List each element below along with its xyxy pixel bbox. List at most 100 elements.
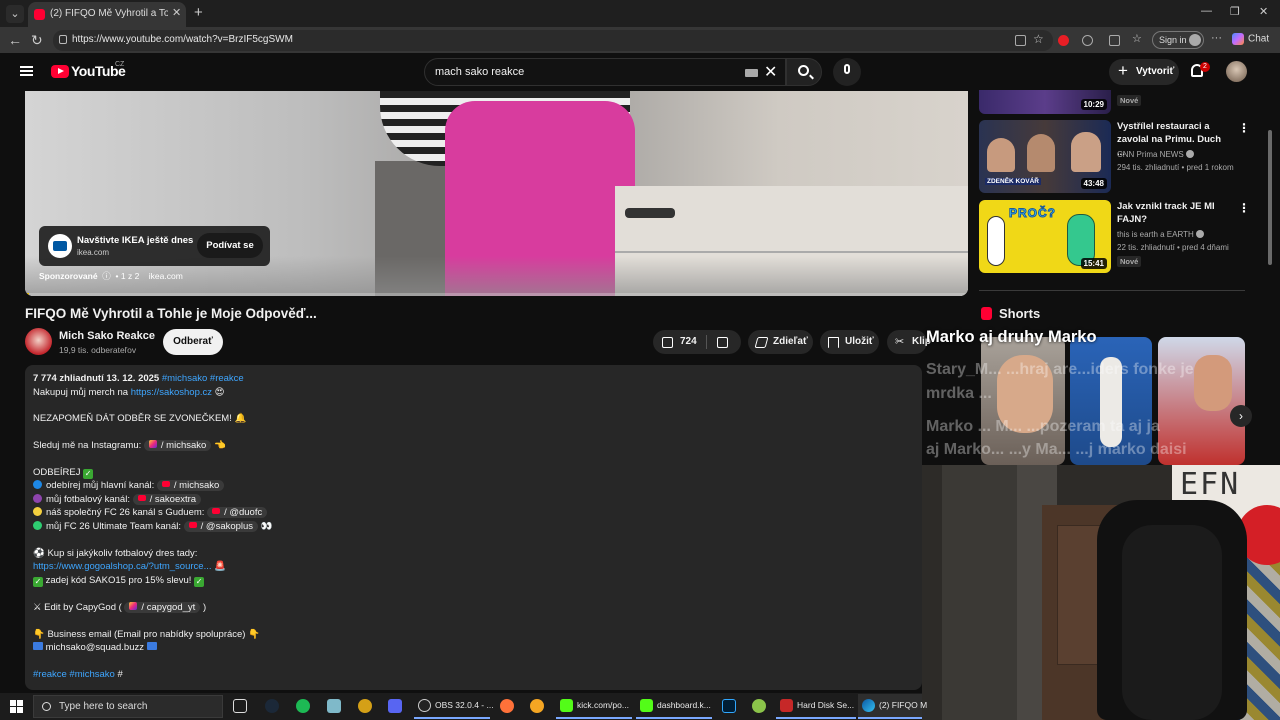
merch-emoji: 😍 (214, 387, 225, 398)
steam-icon[interactable] (265, 699, 279, 713)
recommended-title-3[interactable]: Jak vznikl track JE MI FAJN? (1117, 200, 1227, 226)
site-info-icon[interactable] (59, 35, 67, 44)
new-tab-icon[interactable]: + (194, 4, 203, 21)
collections-icon[interactable]: ☆ (1132, 32, 1142, 45)
thumbnail-person (987, 138, 1015, 172)
firefox-icon[interactable] (500, 699, 514, 713)
taskbar-search-input[interactable]: Type here to search (33, 695, 223, 718)
close-tab-icon[interactable]: ✕ (172, 6, 181, 19)
taskbar-app-hard-disk[interactable]: Hard Disk Se... (776, 694, 856, 719)
taskbar-app-kick[interactable]: kick.com/po... (556, 694, 632, 719)
taskbar-app-edge[interactable]: (2) FIFQO M (858, 694, 927, 719)
windows-start-icon[interactable] (10, 700, 23, 713)
tab-youtube[interactable]: (2) FIFQO Mě Vyhrotil a Tohle je Mo ✕ (28, 2, 186, 27)
channel-name[interactable]: Mich Sako Reakce (59, 330, 155, 342)
photoshop-icon[interactable] (722, 699, 736, 713)
recommended-channel-2[interactable]: CNN Prima NEWS (1117, 150, 1194, 159)
browser-tab-bar: ⌄ (2) FIFQO Mě Vyhrotil a Tohle je Mo ✕ … (0, 0, 1280, 27)
progress-bar[interactable] (25, 293, 968, 296)
desc-jersey: ⚽ Kup si jakýkoliv fotbalový dres tady: (33, 548, 198, 559)
subscribe-button[interactable]: Odberať (163, 329, 223, 355)
desc-hashtags[interactable]: #reakce #michsako (33, 669, 115, 680)
discord-icon[interactable] (388, 699, 402, 713)
info-icon[interactable]: ⓘ (100, 271, 113, 281)
app-icon[interactable] (358, 699, 372, 713)
stats-hashtags[interactable]: #michsako #reakce (162, 373, 244, 384)
video-frame-shape (625, 208, 675, 218)
copilot-chat-button[interactable]: Chat (1232, 33, 1269, 45)
desc-hash-end: # (117, 669, 123, 680)
more-menu-icon[interactable]: ··· (1211, 32, 1222, 44)
favorites-icon[interactable] (1109, 35, 1120, 46)
like-count[interactable]: 724 (680, 330, 697, 354)
sidebar-scrollbar[interactable] (1268, 130, 1272, 265)
jersey-link[interactable]: https://www.gogoalshop.ca/?utm_source... (33, 561, 212, 572)
youtube-logo-icon[interactable] (51, 65, 69, 78)
close-window-icon[interactable]: ✕ (1259, 5, 1268, 18)
video-player[interactable]: Navštivte IKEA ještě dnes ikea.com Podív… (25, 91, 968, 296)
more-options-icon[interactable]: ⋮ (1238, 201, 1250, 215)
keyboard-icon[interactable] (745, 69, 758, 77)
thumbnail-face (1194, 355, 1232, 411)
recommended-thumbnail-2[interactable]: ZDENĚK KOVÁŘ 43:48 (979, 120, 1111, 193)
tab-list-chevron-icon[interactable]: ⌄ (6, 5, 24, 23)
taskbar-app-obs[interactable]: OBS 32.0.4 - ... (414, 694, 494, 719)
sponsor-domain[interactable]: ikea.com (149, 271, 183, 281)
clear-search-icon[interactable]: ✕ (764, 62, 777, 82)
notepad-icon[interactable] (327, 699, 341, 713)
youtube-chip-4[interactable]: / @sakoplus (183, 521, 259, 532)
taskbar-app-kick-dashboard[interactable]: dashboard.k... (636, 694, 712, 719)
merch-link[interactable]: https://sakoshop.cz (131, 387, 212, 398)
verified-icon (1196, 230, 1205, 238)
youtube-chip-1[interactable]: / michsako (156, 480, 225, 491)
channel-name-text: CNN Prima NEWS (1117, 150, 1184, 159)
app-icon[interactable] (530, 699, 544, 713)
save-button[interactable]: Uložiť (820, 330, 879, 354)
shorts-next-arrow-icon[interactable]: › (1230, 405, 1252, 427)
url-field[interactable]: https://www.youtube.com/watch?v=BrzIF5cg… (53, 30, 1053, 51)
desc-jersey-link-line: https://www.gogoalshop.ca/?utm_source...… (33, 561, 226, 572)
recommended-thumbnail-3[interactable]: PROČ? 15:41 (979, 200, 1111, 273)
dislike-thumb-icon[interactable] (717, 337, 728, 348)
reload-icon[interactable]: ↻ (31, 32, 43, 49)
recommended-thumbnail-1[interactable]: 10:29 (979, 90, 1111, 114)
spotify-icon[interactable] (296, 699, 310, 713)
instagram-chip-capygod[interactable]: / capygod_yt (124, 602, 201, 613)
reader-icon[interactable] (1015, 35, 1026, 46)
share-button[interactable]: Zdieľať (748, 330, 813, 354)
search-input[interactable]: mach sako reakce ✕ (424, 58, 786, 86)
more-options-icon[interactable]: ⋮ (1238, 121, 1250, 135)
description-panel[interactable]: 7 774 zhliadnutí 13. 12. 2025 #michsako … (25, 365, 922, 690)
youtube-chip-3[interactable]: / @duofc (207, 507, 268, 518)
menu-hamburger-icon[interactable] (20, 66, 33, 76)
taskbar-app-label: (2) FIFQO M (879, 700, 928, 710)
search-button[interactable] (786, 58, 822, 86)
youtube-icon (188, 522, 197, 528)
clip-button[interactable]: ✂ Klip (887, 330, 931, 354)
stream-chat-overlay-line: aj Marko... ...y Ma... ...j marko daisi (926, 441, 1187, 458)
recommended-channel-3[interactable]: this is earth a EARTH (1117, 230, 1205, 239)
shorts-icon (981, 307, 992, 320)
like-thumb-icon[interactable] (662, 337, 673, 348)
favorite-star-icon[interactable]: ☆ (1033, 32, 1044, 46)
channel-avatar[interactable] (25, 328, 52, 355)
plus-icon: + (1118, 61, 1128, 80)
minimize-icon[interactable]: — (1201, 5, 1212, 17)
recommended-meta-2: 294 tis. zhliadnutí • pred 1 rokom (1117, 163, 1234, 172)
account-avatar[interactable] (1226, 61, 1247, 82)
restore-icon[interactable]: ❐ (1230, 5, 1240, 18)
sign-in-button[interactable]: Sign in (1152, 31, 1204, 49)
instagram-chip[interactable]: / michsako (143, 440, 212, 451)
bookmark-icon (828, 337, 839, 348)
youtube-chip-2[interactable]: / sakoextra (132, 494, 202, 505)
shorts-heading: Shorts (981, 306, 1040, 321)
extension-icon[interactable] (1058, 35, 1069, 46)
voice-search-button[interactable] (833, 58, 861, 86)
task-view-icon[interactable] (233, 699, 247, 713)
create-button[interactable]: + Vytvoriť (1109, 59, 1179, 85)
ad-overlay-card[interactable]: Navštivte IKEA ještě dnes ikea.com Podív… (39, 226, 270, 266)
extensions-puzzle-icon[interactable] (1082, 35, 1093, 46)
ad-cta-button[interactable]: Podívat se (197, 233, 263, 258)
back-icon[interactable]: ← (8, 32, 22, 48)
app-icon[interactable] (752, 699, 766, 713)
